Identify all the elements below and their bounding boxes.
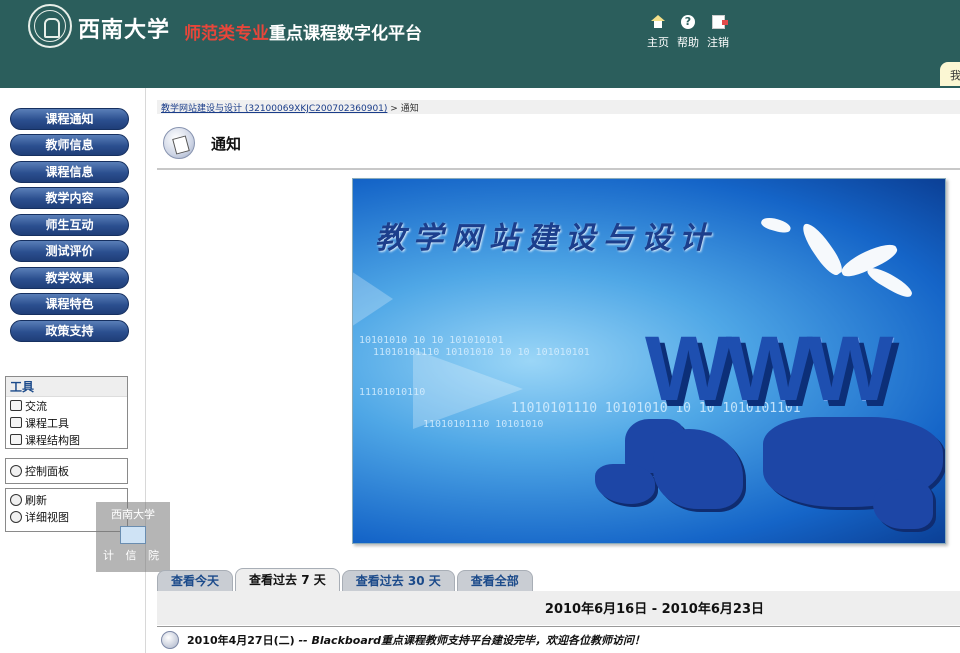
announcement-date: 2010年4月27日(二) xyxy=(187,634,295,647)
time-filter-tabs: 查看今天 查看过去 7 天 查看过去 30 天 查看全部 xyxy=(157,568,533,591)
seagull-shape xyxy=(864,263,916,301)
announcement-text: 2010年4月27日(二) -- Blackboard重点课程教师支持平台建设完… xyxy=(187,632,645,648)
computer-icon xyxy=(120,526,146,544)
nav-teaching-effect[interactable]: 教学效果 xyxy=(10,267,129,289)
nav-policy-support[interactable]: 政策支持 xyxy=(10,320,129,342)
page-title: 通知 xyxy=(211,135,242,153)
nav-teacher-info[interactable]: 教师信息 xyxy=(10,134,129,156)
breadcrumb: 教学网站建设与设计 (32100069XKJC200702360901) > 通… xyxy=(157,100,960,114)
seagull-shape xyxy=(797,219,847,279)
banner-arrow-shape xyxy=(413,349,523,429)
breadcrumb-course-link[interactable]: 教学网站建设与设计 (32100069XKJC200702360901) xyxy=(161,104,387,114)
detail-view-icon xyxy=(10,510,22,523)
university-name: 西南大学 xyxy=(78,17,171,43)
watermark-top-text: 西南大学 xyxy=(111,508,155,521)
world-map-shape xyxy=(595,464,655,504)
watermark-bottom-text: 计 信 院 xyxy=(103,549,163,562)
help-icon: ? xyxy=(681,14,696,29)
tab-today[interactable]: 查看今天 xyxy=(157,570,234,591)
banner-binary-text: 11010101110 10101010 10 10 101010101 xyxy=(373,347,590,358)
platform-title-rest: 重点课程数字化平台 xyxy=(269,24,422,44)
home-label: 主页 xyxy=(647,36,669,49)
tab-past-7-days[interactable]: 查看过去 7 天 xyxy=(235,568,340,591)
platform-title: 师范类专业重点课程数字化平台 xyxy=(184,19,422,44)
logout-link[interactable]: 注销 xyxy=(706,14,730,50)
refresh-icon xyxy=(10,493,22,506)
platform-title-accent: 师范类专业 xyxy=(184,24,269,44)
tool-course-tools[interactable]: 课程工具 xyxy=(6,414,127,431)
control-panel-box: 控制面板 xyxy=(5,458,128,484)
watermark-overlay: 西南大学 计 信 院 xyxy=(96,502,170,572)
help-label: 帮助 xyxy=(677,36,699,49)
world-map-shape xyxy=(873,479,933,529)
banner-title: 教学网站建设与设计 xyxy=(375,221,717,256)
nav-interaction[interactable]: 师生互动 xyxy=(10,214,129,236)
page-header: 通知 xyxy=(157,120,960,170)
course-banner-image: 教学网站建设与设计 10101010 10 10 101010101 11010… xyxy=(352,178,946,544)
nav-course-features[interactable]: 课程特色 xyxy=(10,293,129,315)
nav-course-info[interactable]: 课程信息 xyxy=(10,161,129,183)
announcement-separator: -- xyxy=(298,634,308,647)
banner-www-mark: WWW xyxy=(645,318,894,420)
world-map-shape xyxy=(653,429,743,509)
nav-course-notice[interactable]: 课程通知 xyxy=(10,108,129,130)
tool-communication-label: 交流 xyxy=(25,399,47,413)
banner-binary-text: 11101010110 xyxy=(359,387,426,398)
banner-binary-text: 11010101110 10101010 xyxy=(423,419,544,430)
announcement-row: 2010年4月27日(二) -- Blackboard重点课程教师支持平台建设完… xyxy=(157,626,960,653)
nav-teaching-content[interactable]: 教学内容 xyxy=(10,187,129,209)
breadcrumb-current: 通知 xyxy=(400,104,419,114)
announcement-icon xyxy=(161,631,179,649)
tools-icon xyxy=(10,417,22,428)
date-range: 2010年6月16日 - 2010年6月23日 xyxy=(157,591,960,625)
corner-tab[interactable]: 我 xyxy=(940,62,960,86)
tab-all[interactable]: 查看全部 xyxy=(456,570,533,591)
tab-past-30-days[interactable]: 查看过去 30 天 xyxy=(341,570,455,591)
seagull-shape xyxy=(759,215,793,235)
book-icon xyxy=(10,434,22,445)
nav-assessment[interactable]: 测试评价 xyxy=(10,240,129,262)
notice-icon xyxy=(163,127,195,159)
control-panel-icon xyxy=(10,464,22,477)
banner-arrow-shape xyxy=(353,259,393,339)
home-icon xyxy=(651,14,666,29)
help-link[interactable]: ? 帮助 xyxy=(676,14,700,50)
control-panel-label: 控制面板 xyxy=(25,464,69,478)
logout-label: 注销 xyxy=(707,36,729,49)
control-panel-link[interactable]: 控制面板 xyxy=(6,462,127,479)
header: 西南大学 师范类专业重点课程数字化平台 主页 ? 帮助 注销 xyxy=(0,0,960,88)
tools-panel: 工具 交流 课程工具 课程结构图 xyxy=(5,376,128,449)
banner-binary-text: 10101010 10 10 101010101 xyxy=(359,335,504,346)
refresh-label: 刷新 xyxy=(25,493,47,507)
tool-communication[interactable]: 交流 xyxy=(6,397,127,414)
tools-heading: 工具 xyxy=(6,377,127,397)
communication-icon xyxy=(10,400,22,411)
announcement-body: Blackboard重点课程教师支持平台建设完毕，欢迎各位教师访问！ xyxy=(311,634,646,647)
home-link[interactable]: 主页 xyxy=(646,14,670,50)
university-seal-icon xyxy=(28,4,72,48)
tool-course-map[interactable]: 课程结构图 xyxy=(6,431,127,448)
tool-course-map-label: 课程结构图 xyxy=(25,433,80,447)
logout-icon xyxy=(711,14,728,29)
tool-course-tools-label: 课程工具 xyxy=(25,416,69,430)
top-nav: 主页 ? 帮助 注销 xyxy=(646,14,730,50)
detail-view-label: 详细视图 xyxy=(25,510,69,524)
breadcrumb-separator: > xyxy=(390,104,398,114)
